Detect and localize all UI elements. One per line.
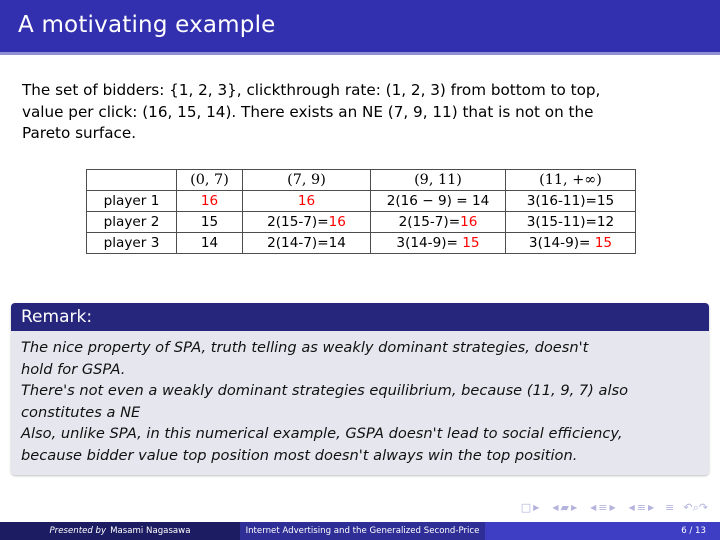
nav-group-frame[interactable]: ◀ ▰ ▶ (550, 502, 579, 513)
footer-author-segment: Presented by Masami Nagasawa (0, 522, 240, 540)
nav-group-slide[interactable]: □ ▶ (521, 502, 542, 513)
subsection-icon[interactable]: ≡ (598, 502, 607, 513)
column-header-11-inf: (11, +∞) (505, 169, 636, 191)
cell-p3-c3: 3(14-9)= 15 (370, 232, 506, 254)
title-underline (0, 52, 720, 55)
cell-p2-c1: 15 (176, 211, 243, 233)
table-corner-cell (86, 169, 177, 191)
slide-footer: Presented by Masami Nagasawa Internet Ad… (0, 522, 720, 540)
nav-group-subsection[interactable]: ◀ ≡ ▶ (588, 502, 618, 513)
table-row: player 2 15 2(15-7)=16 2(15-7)=16 3(15-1… (86, 211, 636, 233)
footer-page-number: 6 / 13 (485, 522, 720, 540)
next-slide-icon[interactable]: ▶ (531, 503, 541, 513)
intro-paragraph: The set of bidders: {1, 2, 3}, clickthro… (22, 80, 682, 145)
cell-p3-c2: 2(14-7)=14 (242, 232, 371, 254)
intro-line-3: Pareto surface. (22, 124, 137, 142)
cell-p2-c2-expr: 2(15-7)= (267, 214, 329, 230)
cell-p2-c3-expr: 2(15-7)= (398, 214, 461, 230)
section-icon[interactable]: ≡ (637, 502, 646, 513)
cell-p3-c4: 3(14-9)= 15 (505, 232, 636, 254)
forward-icon[interactable]: ↷ (699, 502, 708, 513)
remark-body: The nice property of SPA, truth telling … (11, 331, 709, 475)
slide-title-bar: A motivating example (0, 0, 720, 52)
row-label-player-1: player 1 (86, 190, 177, 212)
column-header-7-9: (7, 9) (242, 169, 371, 191)
remark-line-2: hold for GSPA. (21, 360, 126, 378)
prev-frame-icon[interactable]: ◀ (550, 503, 560, 513)
next-frame-icon[interactable]: ▶ (569, 503, 579, 513)
frame-icon[interactable]: ▰ (560, 502, 568, 513)
first-slide-icon[interactable]: □ (521, 502, 531, 513)
nav-group-history[interactable]: ↶ ⌕ ↷ (683, 502, 708, 513)
remark-line-3: There's not even a weakly dominant strat… (21, 382, 629, 399)
column-header-0-7: (0, 7) (176, 169, 243, 191)
row-label-player-2: player 2 (86, 211, 177, 233)
back-icon[interactable]: ↶ (683, 502, 692, 513)
table-header-row: (0, 7) (7, 9) (9, 11) (11, +∞) (86, 169, 636, 191)
footer-presented-by-label: Presented by (49, 526, 107, 536)
table-row: player 1 16 16 2(16 − 9) = 14 3(16-11)=1… (86, 190, 636, 212)
cell-p3-c3-expr: 3(14-9)= (396, 235, 463, 251)
prev-subsection-icon[interactable]: ◀ (588, 503, 598, 513)
next-subsection-icon[interactable]: ▶ (607, 503, 617, 513)
intro-line-2: value per click: (16, 15, 14). There exi… (22, 102, 594, 121)
cell-p1-c3: 2(16 − 9) = 14 (370, 190, 506, 212)
remark-line-5: Also, unlike SPA, in this numerical exam… (21, 425, 623, 442)
beamer-navigation-bar[interactable]: □ ▶ ◀ ▰ ▶ ◀ ≡ ▶ ◀ ≡ ▶ ≡ ↶ ⌕ ↷ (521, 500, 708, 516)
remark-line-1: The nice property of SPA, truth telling … (21, 339, 589, 356)
cell-p2-c3: 2(15-7)=16 (370, 211, 506, 233)
cell-p3-c1: 14 (176, 232, 243, 254)
remark-header: Remark: (11, 303, 709, 331)
row-label-player-3: player 3 (86, 232, 177, 254)
remark-line-6: because bidder value top position most d… (21, 446, 578, 464)
cell-p1-c1: 16 (176, 190, 243, 212)
payoff-table: (0, 7) (7, 9) (9, 11) (11, +∞) player 1 … (86, 169, 636, 254)
nav-group-doc[interactable]: ≡ (665, 502, 674, 513)
next-section-icon[interactable]: ▶ (646, 503, 656, 513)
remark-block: Remark: The nice property of SPA, truth … (11, 303, 709, 475)
cell-p2-c2-value: 16 (328, 214, 346, 230)
page-title: A motivating example (18, 12, 276, 38)
cell-p2-c3-value: 16 (460, 214, 478, 230)
document-icon[interactable]: ≡ (665, 502, 674, 513)
column-header-9-11: (9, 11) (370, 169, 506, 191)
cell-p3-c3-value: 15 (462, 235, 480, 251)
cell-p3-c4-value: 15 (594, 235, 613, 251)
cell-p1-c4: 3(16-11)=15 (505, 190, 636, 212)
prev-section-icon[interactable]: ◀ (627, 503, 637, 513)
cell-p2-c4: 3(15-11)=12 (505, 211, 636, 233)
intro-line-1: The set of bidders: {1, 2, 3}, clickthro… (22, 81, 601, 99)
footer-author-name: Masami Nagasawa (110, 526, 191, 536)
table-row: player 3 14 2(14-7)=14 3(14-9)= 15 3(14-… (86, 232, 636, 254)
nav-group-section[interactable]: ◀ ≡ ▶ (627, 502, 657, 513)
cell-p3-c4-expr: 3(14-9)= (528, 235, 595, 251)
remark-line-4: constitutes a NE (21, 403, 141, 421)
footer-title-segment: Internet Advertising and the Generalized… (240, 522, 485, 540)
cell-p2-c2: 2(15-7)=16 (242, 211, 371, 233)
cell-p1-c2: 16 (242, 190, 371, 212)
